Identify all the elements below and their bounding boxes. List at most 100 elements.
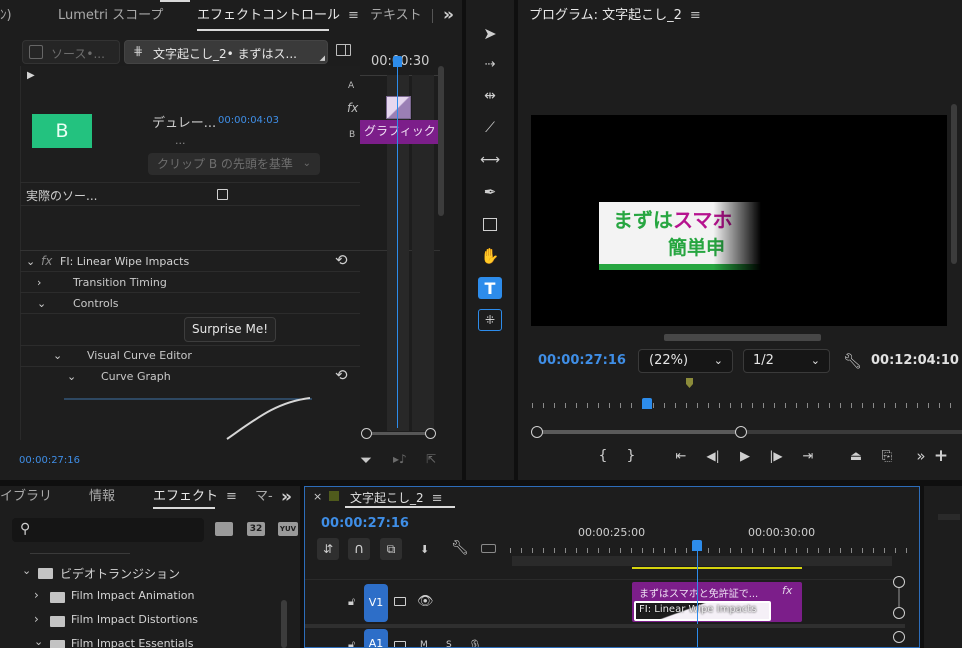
chevron-down-icon[interactable]: ⌄	[67, 366, 76, 387]
timeline-ruler[interactable]	[510, 545, 910, 553]
effects-scrollbar[interactable]	[281, 600, 287, 648]
controls-row[interactable]: ⌄ Controls	[21, 293, 359, 314]
graphic-clip-bar[interactable]: グラフィック	[360, 120, 438, 144]
chevron-down-icon[interactable]: ⌄	[53, 345, 62, 366]
chevron-down-icon[interactable]: ⌄	[37, 293, 46, 314]
rail-handle-top[interactable]	[893, 576, 905, 588]
reset-parameter-icon[interactable]: ⟲	[335, 365, 348, 386]
chevron-down-icon[interactable]: ⌄	[22, 564, 31, 577]
hand-tool-icon[interactable]: ✋	[478, 245, 502, 267]
close-sequence-icon[interactable]: ×	[313, 490, 322, 503]
resolution-dropdown[interactable]: 1/2 ⌄	[743, 349, 830, 373]
chevron-right-icon[interactable]: ›	[34, 612, 39, 626]
pen-tool-icon[interactable]: ✒	[478, 181, 502, 203]
ripple-edit-tool-icon[interactable]: ⇹	[478, 85, 502, 107]
accelerated-effects-icon[interactable]	[215, 522, 233, 536]
timeline-settings-icon[interactable]: 🔧︎	[451, 540, 469, 556]
audio-rail-handle[interactable]	[893, 631, 905, 643]
add-marker-icon[interactable]: ⬇	[420, 543, 429, 556]
step-back-icon[interactable]: ◀|	[704, 447, 722, 465]
chevron-right-icon[interactable]: ›	[34, 588, 39, 602]
lift-icon[interactable]: ⏏	[846, 447, 866, 465]
toggle-track-output-eye-icon[interactable]: 👁︎	[417, 594, 434, 609]
panel-menu-icon[interactable]: ≡	[432, 491, 443, 506]
overflow-buttons-icon[interactable]: »	[913, 447, 929, 465]
audio-sync-icon[interactable]	[394, 641, 406, 647]
go-to-out-icon[interactable]: ⇥	[799, 447, 817, 465]
mute-track-button[interactable]: M	[420, 640, 428, 647]
captions-icon[interactable]	[481, 544, 496, 553]
work-area-bar[interactable]	[512, 556, 892, 566]
yuv-effects-icon[interactable]: YUV	[278, 522, 298, 536]
extract-icon[interactable]: ⎘	[877, 447, 897, 465]
panel-menu-icon[interactable]: ≡	[690, 0, 701, 32]
monitor-playhead[interactable]	[642, 398, 652, 409]
go-to-in-icon[interactable]: ⇤	[672, 447, 690, 465]
snap-magnet-icon[interactable]: ∩	[348, 538, 370, 560]
play-icon[interactable]: ▶	[736, 447, 754, 465]
timeline-current-time[interactable]: 00:00:27:16	[321, 516, 409, 531]
track-scroll-rail[interactable]	[893, 576, 905, 619]
curve-graph[interactable]	[62, 390, 314, 440]
tab-lumetri-scopes[interactable]: Lumetri スコープ	[58, 0, 163, 32]
effects-search-input[interactable]: ⚲	[12, 518, 204, 542]
step-forward-icon[interactable]: |▶	[767, 447, 785, 465]
play-audio-icon[interactable]: ▸♪	[393, 452, 407, 466]
ec-vertical-scrollbar[interactable]	[438, 66, 444, 216]
clip-selector[interactable]: ⋕ 文字起こし_2• まずはス... ◢	[124, 40, 328, 64]
mark-in-icon[interactable]: {	[595, 447, 611, 465]
transition-thumbnail[interactable]	[386, 96, 411, 119]
visual-curve-editor-row[interactable]: ⌄ Visual Curve Editor	[21, 345, 359, 366]
sequence-tab-title[interactable]: 文字起こし_2 ≡	[350, 489, 443, 506]
track-a1-target[interactable]: A1	[364, 629, 388, 647]
settings-wrench-icon[interactable]: 🔧︎	[843, 352, 862, 370]
play-transition-icon[interactable]: ▶	[27, 70, 35, 81]
type-tool-icon[interactable]: T	[478, 277, 502, 299]
video-frame[interactable]: まずはスマホ 簡単申	[531, 115, 947, 326]
zoom-handle-left[interactable]	[531, 426, 543, 438]
rail-handle-bottom[interactable]	[893, 607, 905, 619]
chevron-right-icon[interactable]: ›	[37, 272, 41, 293]
tab-markers[interactable]: マ-	[255, 486, 273, 508]
overflow-tabs-icon[interactable]: »	[443, 5, 454, 25]
scroll-handle-left[interactable]	[361, 428, 372, 439]
monitor-horizontal-scroll[interactable]	[664, 334, 821, 341]
panel-menu-icon[interactable]: ≡	[348, 0, 359, 32]
mark-out-icon[interactable]: }	[623, 447, 639, 465]
chevron-down-icon[interactable]: ⌄	[26, 251, 35, 272]
linked-selection-icon[interactable]: ⧉	[380, 538, 402, 560]
tab-edge-cut[interactable]: ﾝ)	[0, 0, 12, 32]
track-v1-target[interactable]: V1	[364, 584, 388, 622]
selection-tool-icon[interactable]: ➤	[478, 22, 502, 44]
track-lock-icon[interactable]: 🔓︎	[348, 595, 355, 609]
tab-effect-controls[interactable]: エフェクトコントロール ≡	[197, 0, 359, 32]
tab-effects[interactable]: エフェクト ≡	[153, 486, 237, 508]
transition-on-clip[interactable]: FI: Linear Wipe Impacts	[634, 601, 771, 621]
toggle-sync-lock-icon[interactable]	[394, 597, 406, 606]
monitor-vertical-scroll[interactable]	[951, 104, 957, 264]
effect-header-row[interactable]: ⌄ fx FI: Linear Wipe Impacts ⟲	[21, 251, 359, 272]
track-lock-icon[interactable]: 🔓︎	[348, 638, 355, 647]
insert-nest-icon[interactable]: ⇵	[317, 538, 339, 560]
duration-value[interactable]: 00:00:04:03	[218, 115, 279, 126]
mini-scroll-bar[interactable]	[361, 428, 437, 439]
monitor-zoom-bar[interactable]	[531, 426, 962, 438]
toggle-timeline-view-icon[interactable]	[336, 44, 351, 56]
overflow-tabs-icon[interactable]: »	[281, 487, 292, 507]
tab-libraries[interactable]: イブラリ	[0, 486, 52, 508]
vertical-type-tool-icon[interactable]: ⁜	[478, 309, 502, 331]
zoom-dropdown[interactable]: (22%) ⌄	[638, 349, 733, 373]
filter-icon[interactable]: ⏷	[360, 451, 372, 469]
razor-tool-icon[interactable]: ⟋	[478, 117, 502, 139]
track-select-tool-icon[interactable]: ⇢	[478, 53, 502, 75]
rectangle-tool-icon[interactable]	[478, 213, 502, 235]
transition-timing-row[interactable]: › Transition Timing	[21, 272, 359, 293]
voiceover-mic-icon[interactable]: 🎙︎	[468, 639, 482, 647]
zoom-handle-right[interactable]	[735, 426, 747, 438]
button-editor-plus-icon[interactable]: +	[933, 446, 949, 466]
actual-source-checkbox[interactable]	[217, 189, 228, 200]
chevron-down-icon[interactable]: ⌄	[34, 635, 43, 648]
scroll-handle-right[interactable]	[425, 428, 436, 439]
reset-parameter-icon[interactable]: ⟲	[335, 250, 348, 271]
source-selector[interactable]: ソース•...	[22, 40, 120, 64]
